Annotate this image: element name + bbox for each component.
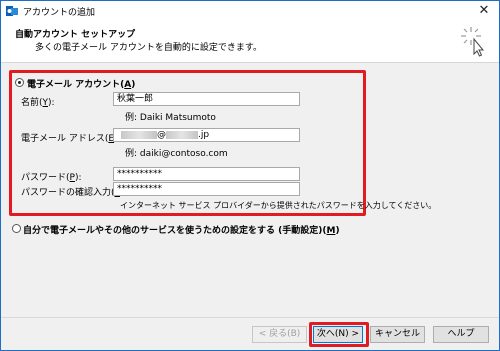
window-title: アカウントの追加 [23, 8, 96, 18]
manual-setup-option-label[interactable]: 自分で電子メールやその他のサービスを使うための設定をする (手動設定)(M) [23, 223, 340, 236]
header-subtitle: 多くの電子メール アカウントを自動的に設定できます。 [35, 43, 262, 53]
email-at-sign: @ [157, 130, 166, 140]
name-field[interactable]: 秋葉一郎 [113, 92, 300, 106]
password-label: パスワード(P): [21, 173, 82, 183]
next-button[interactable]: 次へ(N) > [313, 326, 363, 343]
outlook-app-icon [6, 6, 18, 16]
email-account-option-label[interactable]: 電子メール アカウント(A) [27, 77, 135, 90]
footer-divider [1, 317, 499, 318]
email-example: 例: daiki@contoso.com [125, 149, 228, 159]
help-button[interactable]: ヘルプ [433, 326, 489, 343]
email-domain-suffix: .jp [198, 130, 210, 140]
confirm-password-field[interactable]: ********** [113, 182, 300, 196]
redacted-email-user [121, 130, 157, 139]
cancel-button[interactable]: キャンセル [370, 326, 425, 343]
redacted-email-domain [166, 130, 198, 139]
sparkle-cursor-icon [461, 27, 485, 57]
add-account-dialog: アカウントの追加 ✕ 自動アカウント セットアップ 多くの電子メール アカウント… [0, 0, 500, 351]
confirm-password-label: パスワードの確認入力(T): [21, 188, 127, 198]
title-bar: アカウントの追加 ✕ [1, 1, 499, 21]
header-title: 自動アカウント セットアップ [15, 30, 136, 40]
close-icon[interactable]: ✕ [475, 2, 493, 20]
name-label: 名前(Y): [21, 98, 55, 108]
password-field[interactable]: ********** [113, 167, 300, 181]
password-hint: インターネット サービス プロバイダーから提供されたパスワードを入力してください… [120, 201, 437, 210]
email-field[interactable]: @ .jp [113, 128, 300, 142]
email-label: 電子メール アドレス(E): [21, 134, 121, 144]
header-panel: 自動アカウント セットアップ 多くの電子メール アカウントを自動的に設定できます… [1, 21, 499, 63]
name-example: 例: Daiki Matsumoto [125, 113, 216, 123]
email-account-radio[interactable] [15, 78, 24, 87]
manual-setup-radio[interactable] [12, 224, 21, 233]
back-button[interactable]: < 戻る(B) [252, 326, 307, 343]
